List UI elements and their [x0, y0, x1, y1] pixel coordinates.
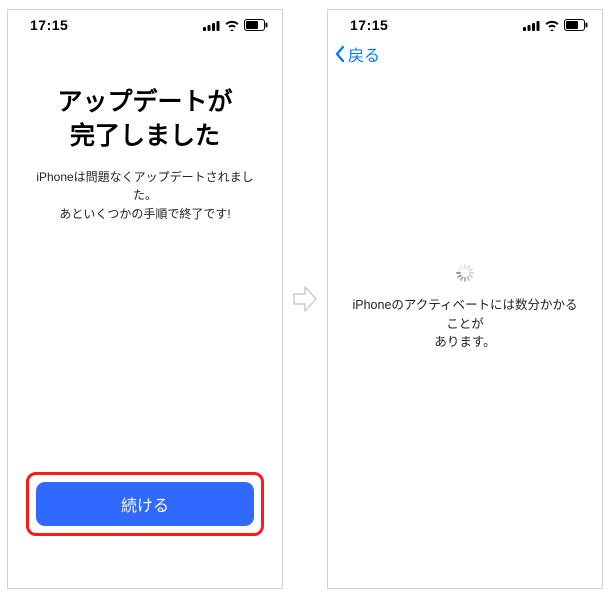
phone-update-complete: 17:15 アップデートが 完了しました: [7, 9, 283, 589]
activation-message: iPhoneのアクティベートには数分かかることが あります。: [346, 296, 584, 352]
wifi-icon: [544, 20, 560, 31]
bottom-button-area: 続ける: [26, 472, 264, 588]
title-line-2: 完了しました: [70, 122, 220, 150]
status-time: 17:15: [30, 17, 68, 33]
arrow-right-icon: [291, 282, 319, 316]
highlight-annotation: 続ける: [26, 472, 264, 536]
back-label: 戻る: [348, 42, 380, 66]
continue-button[interactable]: 続ける: [36, 482, 254, 526]
content-area: アップデートが 完了しました iPhoneは問題なくアップデートされました。 あ…: [8, 40, 282, 588]
cellular-signal-icon: [523, 20, 540, 31]
status-bar: 17:15: [328, 10, 602, 40]
cellular-signal-icon: [203, 20, 220, 31]
loading-spinner-icon: [456, 264, 474, 282]
status-bar: 17:15: [8, 10, 282, 40]
chevron-left-icon: [334, 45, 346, 63]
back-button[interactable]: 戻る: [334, 42, 380, 66]
status-icons: [203, 19, 268, 31]
page-title: アップデートが 完了しました: [26, 86, 264, 154]
title-line-1: アップデートが: [57, 88, 232, 116]
battery-icon: [564, 19, 588, 31]
phone-activation: 17:15 戻る: [327, 9, 603, 589]
wifi-icon: [224, 20, 240, 31]
content-area: iPhoneのアクティベートには数分かかることが あります。: [328, 68, 602, 588]
status-time: 17:15: [350, 17, 388, 33]
battery-icon: [244, 19, 268, 31]
status-icons: [523, 19, 588, 31]
description-text: iPhoneは問題なくアップデートされました。 あといくつかの手順で終了です!: [26, 168, 264, 224]
nav-bar: 戻る: [328, 40, 602, 68]
centered-block: iPhoneのアクティベートには数分かかることが あります。: [346, 68, 584, 588]
